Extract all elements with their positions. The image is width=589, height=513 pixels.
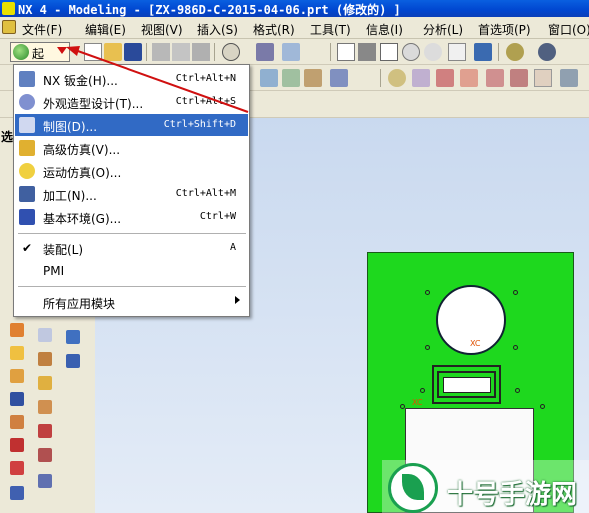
annotation-arrow-line — [74, 49, 249, 113]
annotation-arrow-layer — [66, 46, 249, 113]
annotation-arrow-head-icon — [66, 46, 80, 56]
